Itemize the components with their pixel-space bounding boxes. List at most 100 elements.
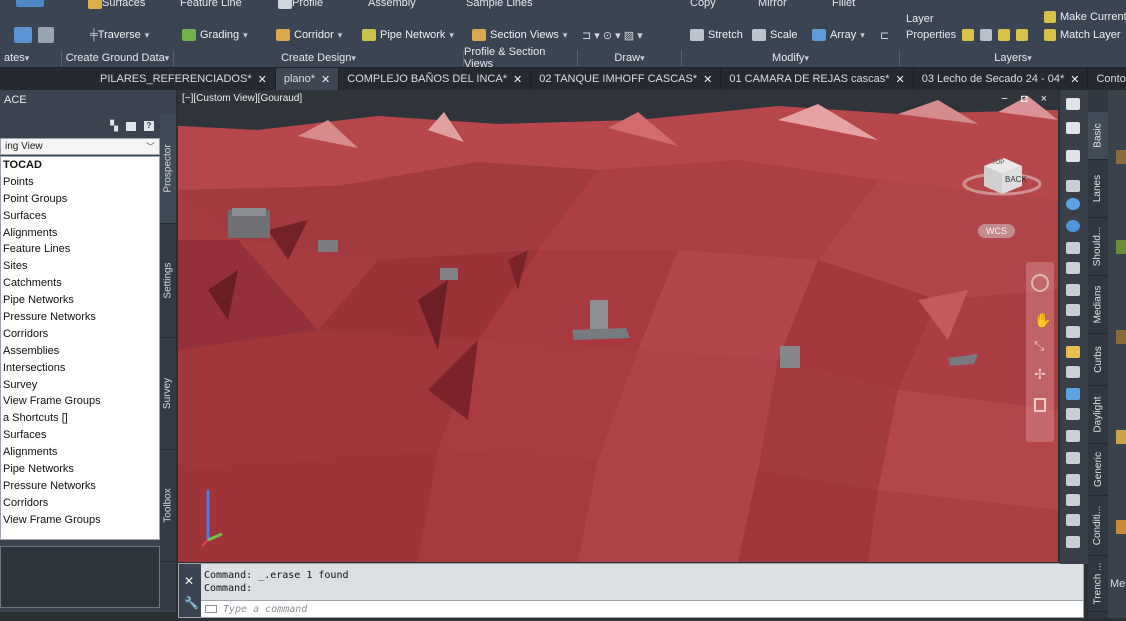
navigation-bar[interactable]: ✋ ⤡ ✢	[1026, 262, 1054, 442]
close-icon[interactable]: ✕	[184, 574, 194, 588]
tree-item[interactable]: Pressure Networks	[1, 309, 159, 326]
palette-tool-icon[interactable]	[1066, 220, 1080, 232]
wcs-menu[interactable]: WCS	[978, 224, 1015, 238]
palette-tool-icon[interactable]	[1066, 262, 1080, 274]
tree-item[interactable]: Alignments	[1, 225, 159, 242]
tab-generic[interactable]: Generic	[1088, 444, 1108, 496]
tree-item[interactable]: TOCAD	[1, 157, 159, 174]
tree-item[interactable]: Surfaces	[1, 208, 159, 225]
tab-daylight[interactable]: Daylight	[1088, 386, 1108, 444]
pipe-network-button[interactable]: Pipe Network	[362, 26, 454, 44]
tree-item[interactable]: Alignments	[1, 444, 159, 461]
viewport-window-controls[interactable]: − ◘ ×	[1001, 93, 1052, 105]
tab-prospector[interactable]: Prospector	[160, 114, 176, 224]
tab-shoulders[interactable]: Should...	[1088, 218, 1108, 276]
array-button[interactable]: Array	[812, 26, 865, 44]
mirror-button[interactable]: Mirror	[758, 0, 787, 12]
fillet-button[interactable]: Fillet	[832, 0, 855, 12]
close-icon[interactable]: ✕	[321, 73, 330, 86]
tab-complejo[interactable]: COMPLEJO BAÑOS DEL INCA* ✕	[339, 68, 532, 90]
close-icon[interactable]: ✕	[1070, 73, 1079, 86]
palette-tool-icon[interactable]	[1066, 494, 1080, 506]
panel-create-design[interactable]: Create Design	[174, 50, 464, 66]
assembly-button[interactable]: Assembly	[368, 0, 416, 12]
palette-tool-icon[interactable]	[1066, 150, 1080, 162]
palette-tool-icon[interactable]	[1066, 388, 1080, 400]
tab-trench[interactable]: Trench ...	[1088, 556, 1108, 612]
close-icon[interactable]: ✕	[703, 73, 712, 86]
grading-button[interactable]: Grading	[182, 26, 248, 44]
panel-create-ground-data[interactable]: Create Ground Data	[62, 50, 174, 66]
tab-medians[interactable]: Medians	[1088, 276, 1108, 334]
showmotion-icon[interactable]	[1034, 398, 1046, 412]
tree-item[interactable]: Pipe Networks	[1, 461, 159, 478]
palette-tool-icon[interactable]	[1066, 366, 1080, 378]
palette-tool-icon[interactable]	[1066, 408, 1080, 420]
palette-item-icon[interactable]	[1116, 430, 1126, 444]
palette-tool-icon[interactable]	[1066, 180, 1080, 192]
tree-item[interactable]: Intersections	[1, 360, 159, 377]
palette-tool-icon[interactable]	[1066, 346, 1080, 358]
palette-tool-icon[interactable]	[1066, 452, 1080, 464]
layer-properties-button[interactable]: Layer Properties	[906, 12, 956, 46]
tab-lecho-secado[interactable]: 03 Lecho de Secado 24 - 04* ✕	[914, 68, 1089, 90]
tree-item[interactable]: Pressure Networks	[1, 478, 159, 495]
tree-item[interactable]: Catchments	[1, 275, 159, 292]
table-icon[interactable]	[38, 27, 54, 43]
palette-tool-icon[interactable]	[1066, 284, 1080, 296]
palette-tool-icon[interactable]	[1066, 514, 1080, 526]
traverse-button[interactable]: ╪ Traverse	[90, 26, 149, 44]
command-prompt-icon[interactable]	[205, 605, 217, 613]
palette-tool-icon[interactable]	[1066, 98, 1080, 110]
surfaces-button[interactable]: Surfaces	[88, 0, 145, 12]
tab-survey[interactable]: Survey	[160, 338, 176, 450]
tab-settings[interactable]: Settings	[160, 224, 176, 338]
stretch-button[interactable]: Stretch	[690, 26, 743, 44]
layer-tool-icon[interactable]	[998, 29, 1010, 41]
close-icon[interactable]: ✕	[258, 73, 267, 86]
tab-camara-rejas[interactable]: 01 CAMARA DE REJAS cascas* ✕	[721, 68, 914, 90]
draw-tools[interactable]: ⊐ ▾ ⊙ ▾ ▨ ▾	[582, 26, 643, 44]
tree-item[interactable]: Sites	[1, 258, 159, 275]
corridor-button[interactable]: Corridor	[276, 26, 342, 44]
palette-item-icon[interactable]	[1116, 330, 1126, 344]
layer-tools[interactable]	[962, 26, 1028, 44]
grid-icon[interactable]	[14, 27, 32, 43]
panel-draw[interactable]: Draw	[578, 50, 682, 66]
ribbon-blue-icon[interactable]	[16, 0, 44, 7]
scale-button[interactable]: Scale	[752, 26, 798, 44]
palette-tool-icon[interactable]	[1066, 430, 1080, 442]
pan-icon[interactable]: ✋	[1034, 312, 1051, 329]
tab-tanque-imhoff[interactable]: 02 TANQUE IMHOFF CASCAS* ✕	[531, 68, 722, 90]
palette-item-icon[interactable]	[1116, 240, 1126, 254]
wrench-icon[interactable]: 🔧	[184, 596, 199, 610]
command-line-grip[interactable]: ✕ 🔧	[179, 564, 201, 617]
tree-item[interactable]: Pipe Networks	[1, 292, 159, 309]
tab-contour[interactable]: Contour*	[1088, 68, 1126, 90]
close-icon[interactable]: ✕	[513, 73, 522, 86]
tree-item[interactable]: Points	[1, 174, 159, 191]
layer-tool-icon[interactable]	[980, 29, 992, 41]
palette-item-icon[interactable]	[1116, 150, 1126, 164]
offset-icon[interactable]: ⊏	[880, 26, 889, 44]
palette-tool-icon[interactable]	[1066, 198, 1080, 210]
layer-tool-icon[interactable]	[1016, 29, 1028, 41]
viewport-controls-label[interactable]: [−][Custom View][Gouraud]	[182, 93, 302, 104]
palette-tool-icon[interactable]	[1066, 242, 1080, 254]
tree-item[interactable]: a Shortcuts []	[1, 410, 159, 427]
item-view-icon[interactable]: ▚	[110, 121, 118, 132]
tree-item[interactable]: Assemblies	[1, 343, 159, 360]
tree-item[interactable]: View Frame Groups	[1, 393, 159, 410]
close-icon[interactable]: ✕	[896, 73, 905, 86]
tab-basic[interactable]: Basic	[1088, 112, 1108, 160]
make-current-button[interactable]: Make Current	[1044, 8, 1126, 26]
copy-button[interactable]: Copy	[690, 0, 716, 12]
tab-conditional[interactable]: Conditi...	[1088, 496, 1108, 556]
viewcube[interactable]: TOP BACK	[962, 142, 1046, 202]
orbit-icon[interactable]: ✢	[1034, 366, 1046, 383]
tree-item[interactable]: Feature Lines	[1, 241, 159, 258]
view-select[interactable]: ing View ﹀	[0, 138, 160, 155]
model-viewport[interactable]: [−][Custom View][Gouraud] − ◘ × TOP BACK…	[178, 90, 1058, 562]
command-input[interactable]: Type a command	[201, 600, 1083, 617]
tab-plano[interactable]: plano* ✕	[275, 68, 340, 90]
